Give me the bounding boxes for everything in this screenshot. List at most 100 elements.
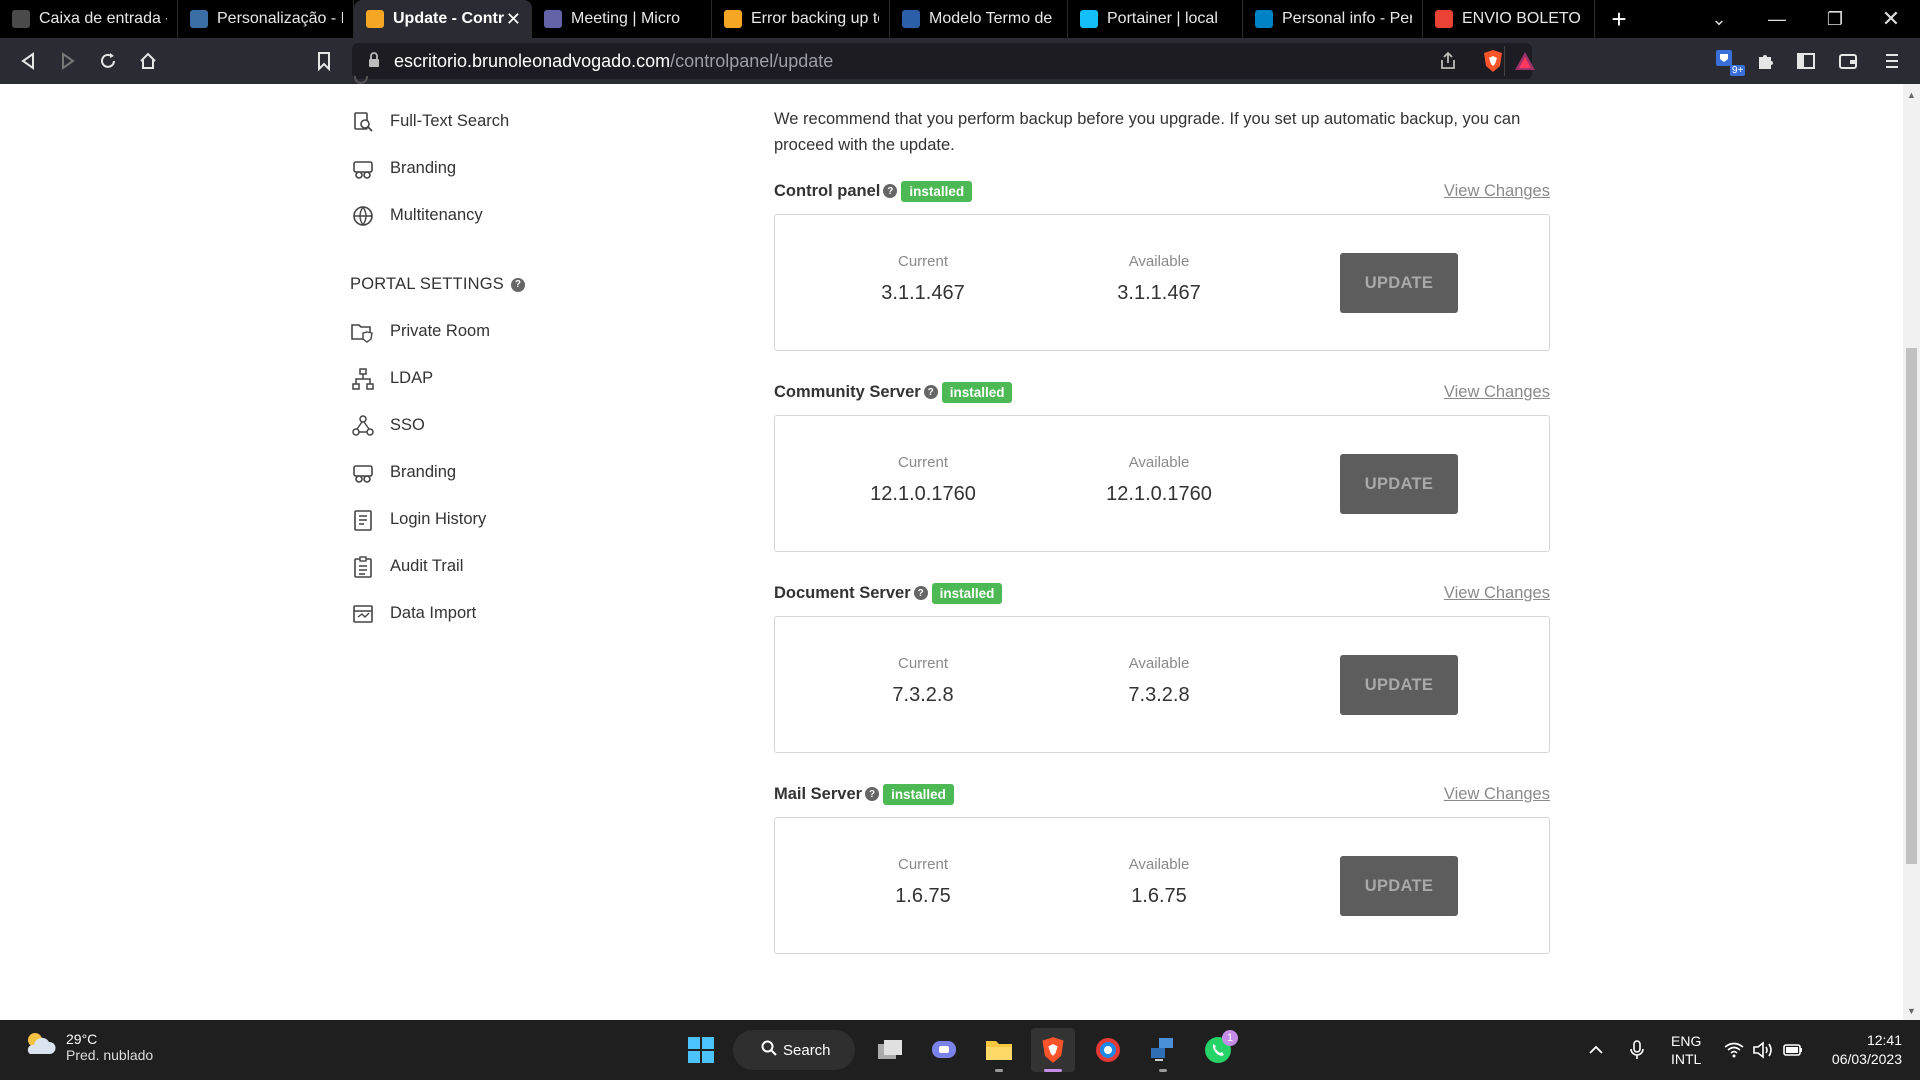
browser-tab[interactable]: ENVIO BOLETO TAX (1423, 0, 1595, 38)
sidebar-item-full-text-search[interactable]: Full-Text Search (350, 98, 750, 145)
remote-desktop-icon[interactable] (1141, 1028, 1185, 1072)
share-icon[interactable] (1438, 51, 1458, 76)
menu-icon[interactable] (1872, 41, 1912, 81)
help-icon[interactable]: ? (913, 586, 928, 600)
brave-rewards-icon[interactable] (1514, 51, 1536, 76)
browser-tab[interactable]: Error backing up to (712, 0, 890, 38)
multitenancy-icon (350, 203, 376, 229)
sidebar-item-label: Data Import (390, 604, 477, 622)
back-icon[interactable] (8, 41, 48, 81)
login-history-icon (350, 507, 376, 533)
view-changes-link[interactable]: View Changes (1444, 383, 1550, 402)
installed-badge: installed (941, 381, 1013, 403)
sidebar-item-branding[interactable]: Branding (350, 449, 750, 496)
sidebar-item-branding[interactable]: Branding (350, 145, 750, 192)
help-icon[interactable]: ? (510, 277, 525, 292)
help-icon[interactable]: ? (923, 385, 938, 399)
browser-tab[interactable]: Personalização - Bru (178, 0, 354, 38)
version-box: Current 3.1.1.467 Available 3.1.1.467 UPDATE (774, 214, 1550, 351)
restore-button[interactable]: ❐ (1806, 0, 1864, 38)
browser-tab-strip: Caixa de entrada - E Personalização - Bru… (0, 0, 1920, 38)
update-button[interactable]: UPDATE (1340, 856, 1458, 916)
language-indicator[interactable]: ENG INTL (1671, 1020, 1701, 1080)
fulltext-search-icon (350, 109, 376, 135)
browser-tab[interactable]: Modelo Termo de c (890, 0, 1068, 38)
available-version: Available 3.1.1.467 (1059, 253, 1259, 305)
product-name: Mail Server (774, 784, 863, 803)
product-header: Document Server? installed View Changes (774, 580, 1550, 606)
bookmark-icon[interactable] (304, 41, 344, 81)
available-version: Available 1.6.75 (1059, 856, 1259, 908)
wallet-icon[interactable] (1828, 41, 1868, 81)
reload-icon[interactable] (88, 41, 128, 81)
teams-chat-icon[interactable] (922, 1028, 966, 1072)
update-button[interactable]: UPDATE (1340, 655, 1458, 715)
help-icon[interactable]: ? (865, 787, 880, 801)
sidebar-item-sso[interactable]: SSO (350, 402, 750, 449)
browser-tab[interactable]: Caixa de entrada - E (0, 0, 178, 38)
brave-browser-icon[interactable] (1031, 1028, 1075, 1072)
sidebar-item-data-import[interactable]: Data Import (350, 590, 750, 637)
volume-icon[interactable] (1752, 1020, 1774, 1080)
sidebar-item-ldap[interactable]: LDAP (350, 355, 750, 402)
microphone-icon[interactable] (1630, 1020, 1644, 1080)
sidebar-item-login-history[interactable]: Login History (350, 496, 750, 543)
sidebar-item-private-room[interactable]: Private Room (350, 308, 750, 355)
whatsapp-icon[interactable]: 1 (1196, 1028, 1240, 1072)
close-window-button[interactable]: ✕ (1862, 0, 1920, 38)
extension-shield-icon[interactable]: 9+ (1706, 41, 1746, 81)
sidebar-item-audit-trail[interactable]: Audit Trail (350, 543, 750, 590)
mail-icon (12, 10, 30, 28)
current-version-number: 7.3.2.8 (892, 684, 954, 706)
view-changes-link[interactable]: View Changes (1444, 182, 1550, 201)
browser-tab[interactable]: Portainer | local (1068, 0, 1243, 38)
url-text: escritorio.brunoleonadvogado.com/control… (394, 50, 834, 71)
tab-title: Caixa de entrada - E (39, 10, 167, 27)
wifi-icon[interactable] (1724, 1020, 1744, 1080)
weather-condition: Pred. nublado (66, 1046, 154, 1063)
update-button[interactable]: UPDATE (1340, 454, 1458, 514)
update-button[interactable]: UPDATE (1340, 253, 1458, 313)
product-name: Control panel (774, 181, 881, 200)
app-circle-icon[interactable] (1086, 1028, 1130, 1072)
product-header: Community Server? installed View Changes (774, 379, 1550, 405)
help-icon[interactable]: ? (883, 184, 898, 198)
brave-shields-icon[interactable] (1482, 49, 1504, 78)
weather-widget[interactable]: 29°C Pred. nublado (22, 1030, 153, 1063)
address-bar[interactable]: escritorio.brunoleonadvogado.com/control… (352, 43, 1535, 79)
windows-start-icon[interactable] (679, 1028, 723, 1072)
current-version-number: 12.1.0.1760 (870, 483, 976, 505)
close-tab-icon[interactable]: ✕ (506, 9, 521, 30)
battery-icon[interactable] (1782, 1020, 1804, 1080)
new-tab-button[interactable]: + (1599, 4, 1639, 35)
private-room-icon (350, 319, 376, 345)
scroll-down-arrow[interactable]: ▼ (1907, 1006, 1916, 1016)
view-changes-link[interactable]: View Changes (1444, 785, 1550, 804)
browser-tab[interactable]: Meeting | Micro (532, 0, 712, 38)
sidebar-item-label: LDAP (390, 369, 434, 387)
product-section: Community Server? installed View Changes Cu… (774, 379, 1550, 552)
sidebar-item-multitenancy[interactable]: Multitenancy (350, 192, 750, 239)
sidebar-item-label: Login History (390, 510, 487, 528)
show-hidden-icons[interactable] (1588, 1020, 1604, 1080)
view-changes-link[interactable]: View Changes (1444, 584, 1550, 603)
task-view-icon[interactable] (868, 1028, 912, 1072)
extensions-puzzle-icon[interactable] (1746, 41, 1786, 81)
scroll-up-arrow[interactable]: ▲ (1907, 90, 1916, 100)
tab-title: Error backing up to (751, 10, 879, 27)
product-header: Mail Server? installed View Changes (774, 781, 1550, 807)
taskbar-search-button[interactable]: Search (733, 1030, 855, 1070)
home-icon[interactable] (128, 41, 168, 81)
page-scrollbar[interactable]: ▲ ▼ (1903, 84, 1920, 1020)
forward-icon[interactable] (48, 41, 88, 81)
tab-title: Update - Contr (393, 10, 505, 27)
available-label: Available (1128, 454, 1190, 471)
browser-tab[interactable]: Update - Contr ✕ (354, 0, 532, 38)
minimize-button[interactable]: — (1748, 0, 1806, 38)
browser-tab[interactable]: Personal info - Pers (1243, 0, 1423, 38)
tab-search-icon[interactable]: ⌄ (1690, 0, 1748, 38)
file-explorer-icon[interactable] (977, 1028, 1021, 1072)
clock[interactable]: 12:41 06/03/2023 (1822, 1020, 1902, 1080)
scrollbar-thumb[interactable] (1906, 348, 1917, 864)
sidebar-toggle-icon[interactable] (1786, 41, 1826, 81)
